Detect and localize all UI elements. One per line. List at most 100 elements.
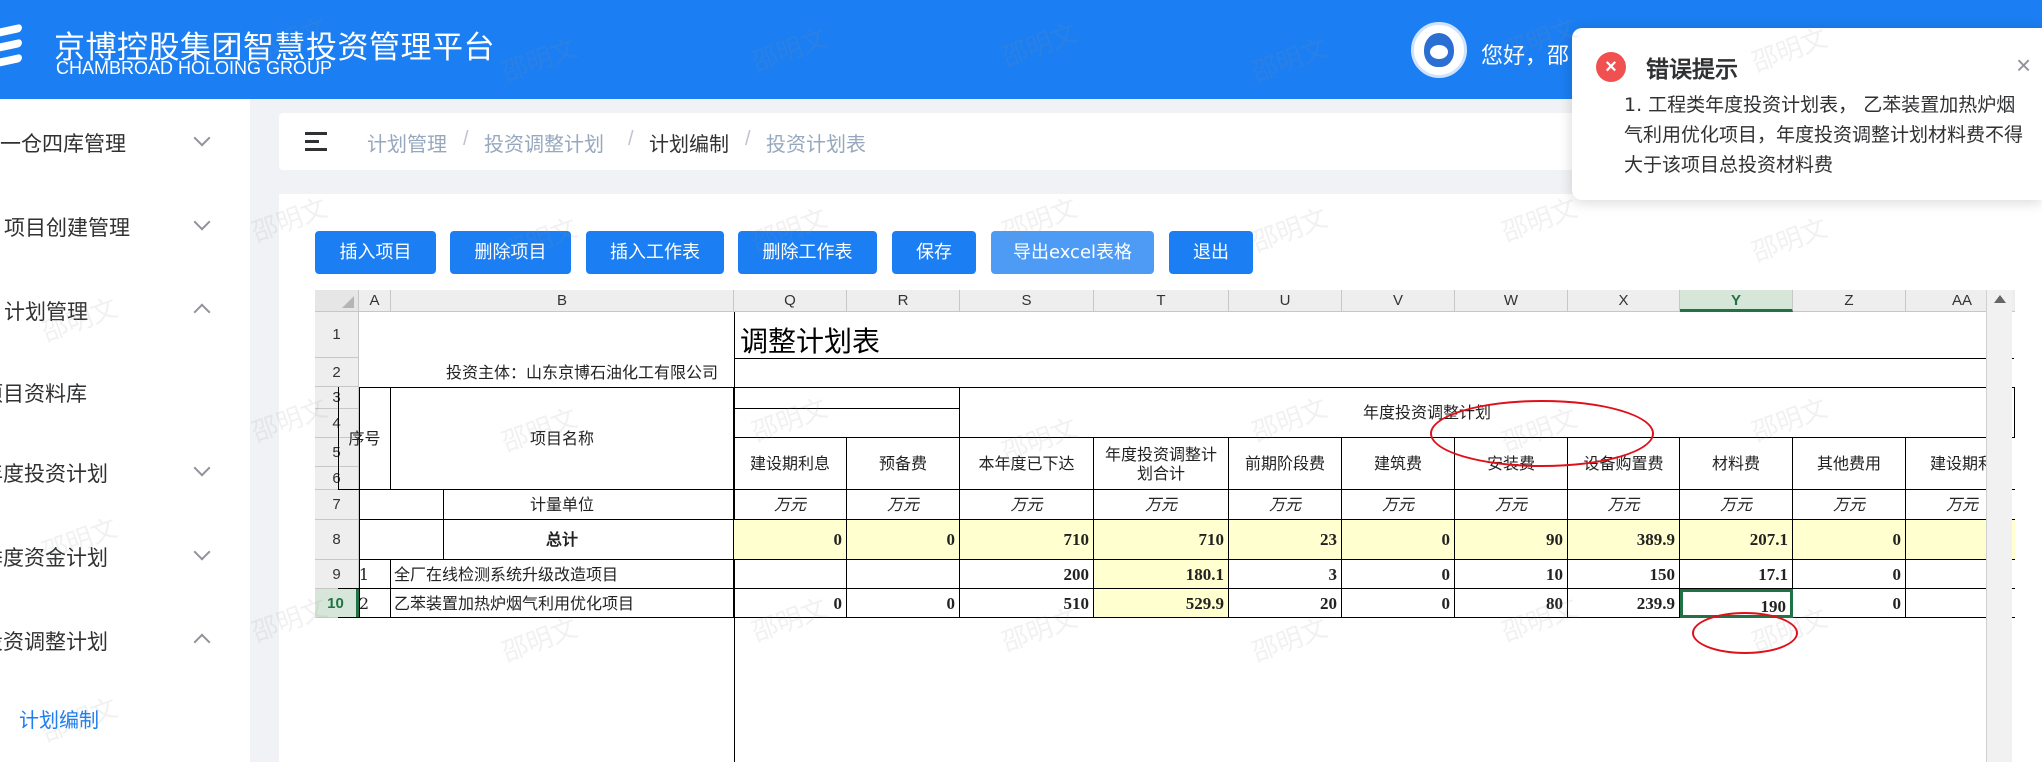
total-value-cell[interactable]: 710 [1094,520,1229,560]
total-value-cell[interactable]: 90 [1455,520,1568,560]
row-header[interactable]: 1 [315,312,359,358]
unit-label: 计量单位 [391,490,734,520]
column-header[interactable]: X [1568,290,1680,312]
row-header[interactable]: 8 [315,520,359,560]
breadcrumb-item[interactable]: 计划管理 [367,128,447,157]
exit-button[interactable]: 退出 [1169,231,1253,274]
spreadsheet[interactable]: A B Q R S T U V W X Y Z AA 1 2 3 4 5 6 7 8 9 10 调整计划表 投资主体：山东京博石… [315,290,2015,762]
table-cell[interactable]: 180.1 [1094,560,1229,589]
column-header[interactable]: S [960,290,1094,312]
row-header[interactable]: 7 [315,490,359,520]
sidebar-item-project-library[interactable]: 项目资料库 [0,372,250,412]
table-cell[interactable]: 200 [960,560,1094,589]
table-cell[interactable]: 150 [1568,560,1680,589]
header-cell [734,387,960,409]
sidebar-subitem-plan-compile[interactable]: 计划编制 [19,704,99,733]
column-header[interactable]: Q [734,290,847,312]
unit-cell: 万元 [1568,490,1680,520]
total-value-cell[interactable]: 389.9 [1568,520,1680,560]
save-button[interactable]: 保存 [892,231,976,274]
table-cell[interactable]: 17.1 [1680,560,1793,589]
table-cell[interactable] [734,560,847,589]
delete-sheet-button[interactable]: 删除工作表 [738,231,877,274]
project-name-cell[interactable]: 全厂在线检测系统升级改造项目 [391,560,734,589]
total-label: 总计 [391,520,734,560]
unit-cell: 万元 [1229,490,1342,520]
sidebar-item-label: 项目创建管理 [4,216,130,240]
sidebar-item-annual-plan[interactable]: 年度投资计划 [0,452,250,492]
menu-fold-icon[interactable] [305,132,329,152]
unit-cell: 万元 [960,490,1094,520]
delete-project-button[interactable]: 删除项目 [450,231,571,274]
project-name-cell[interactable]: 乙苯装置加热炉烟气利用优化项目 [391,589,734,618]
select-all-corner[interactable] [315,290,359,312]
total-value-cell[interactable]: 0 [1342,520,1455,560]
highlight-ellipse [1430,400,1654,467]
column-header[interactable]: R [847,290,960,312]
user-greeting[interactable]: 您好，邵 [1481,38,1569,70]
table-cell[interactable]: 0 [1342,560,1455,589]
breadcrumb-item[interactable]: 投资调整计划 [484,128,604,157]
table-cell[interactable]: 0 [1793,560,1906,589]
notification-title: 错误提示 [1646,57,1738,83]
unit-cell: 万元 [1094,490,1229,520]
seq-cell[interactable]: 2 [338,589,391,618]
table-cell[interactable]: 0 [734,589,847,618]
column-title: 前期阶段费 [1229,438,1342,490]
table-cell[interactable]: 20 [1229,589,1342,618]
project-name-header: 项目名称 [391,387,734,490]
column-header[interactable]: U [1229,290,1342,312]
column-header[interactable]: W [1455,290,1568,312]
table-cell[interactable]: 239.9 [1568,589,1680,618]
sidebar-item-adjust-plan[interactable]: 投资调整计划 [0,620,250,660]
total-value-cell[interactable]: 0 [1793,520,1906,560]
column-header[interactable]: Y [1680,290,1793,312]
vertical-scrollbar[interactable] [1986,290,2012,762]
insert-project-button[interactable]: 插入项目 [315,231,436,274]
table-cell[interactable]: 0 [1342,589,1455,618]
sidebar-item-quarterly-plan[interactable]: 季度资金计划 [0,536,250,576]
table-cell[interactable]: 80 [1455,589,1568,618]
total-value-cell[interactable]: 207.1 [1680,520,1793,560]
total-value-cell[interactable]: 0 [847,520,960,560]
table-cell[interactable]: 0 [847,589,960,618]
grid-line [734,358,2014,359]
table-cell[interactable] [847,560,960,589]
sidebar-item-warehouse[interactable]: 一仓四库管理 [0,122,250,162]
chevron-down-icon [193,213,211,231]
total-value-cell[interactable]: 0 [734,520,847,560]
total-value-cell[interactable]: 710 [960,520,1094,560]
total-value-cell[interactable]: 23 [1229,520,1342,560]
chevron-down-icon [193,459,211,477]
app-subtitle: CHAMBROAD HOLOING GROUP [56,58,333,78]
sidebar [0,99,250,762]
close-icon[interactable]: × [2016,50,2031,81]
notification-message: 1. 工程类年度投资计划表， 乙苯装置加热炉烟气利用优化项目，年度投资调整计划材… [1624,94,2024,176]
column-header[interactable]: Z [1793,290,1906,312]
column-header[interactable]: B [391,290,734,312]
sidebar-item-project-create[interactable]: 项目创建管理 [0,206,250,246]
export-excel-button[interactable]: 导出excel表格 [991,231,1154,274]
error-icon: × [1596,52,1626,82]
table-cell[interactable]: 529.9 [1094,589,1229,618]
row-header[interactable]: 2 [315,358,359,387]
column-header[interactable]: T [1094,290,1229,312]
insert-sheet-button[interactable]: 插入工作表 [586,231,724,274]
sidebar-item-plan-management[interactable]: 计划管理 [0,290,250,330]
avatar[interactable] [1411,22,1467,78]
column-title: 建设期利息 [734,438,847,490]
table-cell[interactable]: 0 [1793,589,1906,618]
column-header[interactable]: A [359,290,391,312]
column-title: 材料费 [1680,438,1793,490]
table-cell[interactable]: 3 [1229,560,1342,589]
unit-cell: 万元 [734,490,847,520]
column-title: 年度投资调整计划合计 [1094,438,1229,490]
table-cell[interactable]: 10 [1455,560,1568,589]
chevron-up-icon [193,633,211,651]
table-cell[interactable]: 510 [960,589,1094,618]
column-header[interactable]: V [1342,290,1455,312]
seq-cell[interactable]: 1 [338,560,391,589]
seq-header: 序号 [338,387,391,490]
chevron-down-icon [193,129,211,147]
sidebar-item-label: 年度投资计划 [0,462,108,486]
